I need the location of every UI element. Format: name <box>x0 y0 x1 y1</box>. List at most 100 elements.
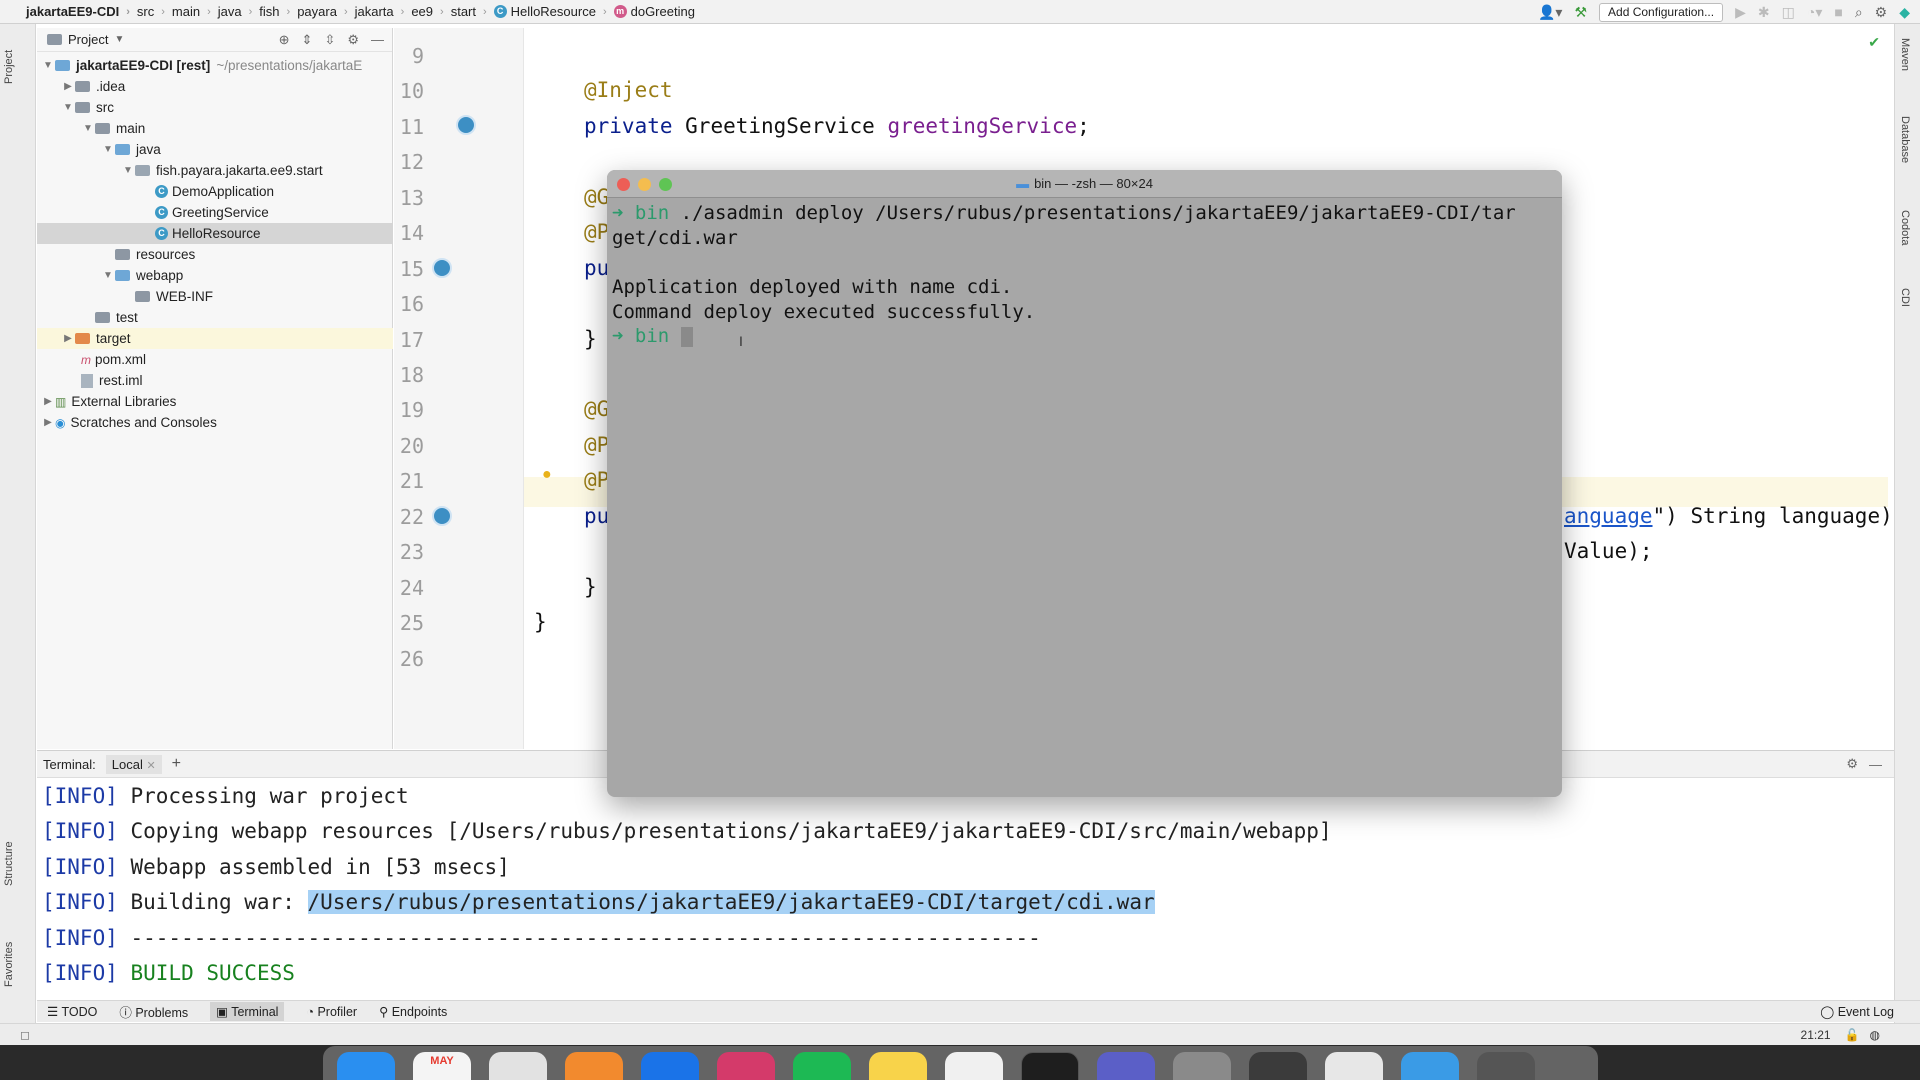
search-icon[interactable]: ⌕ <box>1855 4 1863 21</box>
tab-profiler[interactable]: ◔ Profiler <box>306 1005 357 1019</box>
trash-dock-icon[interactable] <box>1477 1052 1535 1080</box>
tree-item-greetingservice[interactable]: C GreetingService <box>37 202 393 223</box>
settings-gear-icon[interactable]: ⚙ <box>1875 4 1888 21</box>
tree-item-test[interactable]: test <box>37 307 393 328</box>
expand-all-icon[interactable]: ⇕ <box>302 32 313 48</box>
downloads-folder-dock-icon[interactable] <box>1401 1052 1459 1080</box>
codota-tool-tab[interactable]: Codota <box>1899 210 1911 245</box>
tab-todo[interactable]: ☰ TODO <box>47 1004 97 1019</box>
maven-tool-tab[interactable]: Maven <box>1899 38 1911 71</box>
tree-item-package[interactable]: ▼ fish.payara.jakarta.ee9.start <box>37 160 393 181</box>
jetbrains-toolbox-icon[interactable]: ◆ <box>1899 4 1910 21</box>
panel-toggle-icon[interactable]: ◻ <box>20 1028 30 1042</box>
breadcrumb-ee9[interactable]: ee9 › <box>411 4 450 19</box>
hide-icon[interactable]: — <box>1869 757 1882 772</box>
hide-icon[interactable]: — <box>371 32 384 48</box>
tab-terminal[interactable]: ▣ Terminal <box>210 1002 285 1021</box>
tree-item-target[interactable]: ▶ target <box>37 328 393 349</box>
collapsed-arrow-icon[interactable]: ▶ <box>41 417 55 428</box>
tree-item-module[interactable]: ▼ jakartaEE9-CDI [rest] ~/presentations/… <box>37 55 393 76</box>
tree-item-scratches[interactable]: ▶ ◉ Scratches and Consoles <box>37 412 393 433</box>
tab-problems[interactable]: ⓘ Problems <box>119 1002 188 1021</box>
collapsed-arrow-icon[interactable]: ▶ <box>61 81 75 92</box>
cdi-tool-tab[interactable]: CDI <box>1899 288 1911 307</box>
event-log-button[interactable]: ◯ Event Log <box>1820 1004 1894 1019</box>
expand-arrow-icon[interactable]: ▼ <box>101 144 115 155</box>
inspector-icon[interactable]: ◍ <box>1870 1028 1880 1042</box>
calendar-dock-icon[interactable]: MAY <box>413 1052 471 1080</box>
terminal-prompt-line[interactable]: ➜ bin <box>612 325 693 347</box>
tree-item-iml[interactable]: rest.iml <box>37 370 393 391</box>
breadcrumb-jakarta[interactable]: jakarta › <box>355 4 412 19</box>
terminal-title-bar[interactable]: ▬ bin — -zsh — 80×24 <box>607 170 1562 198</box>
endpoint-icon[interactable] <box>432 506 452 526</box>
expand-arrow-icon[interactable]: ▼ <box>81 123 95 134</box>
breadcrumb-class[interactable]: C HelloResource › <box>493 4 614 19</box>
profile-icon[interactable]: ◔▾ <box>1807 4 1822 21</box>
gear-icon[interactable]: ⚙ <box>347 32 359 48</box>
run-icon[interactable]: ▶ <box>1735 4 1746 21</box>
expand-arrow-icon[interactable]: ▼ <box>41 60 55 71</box>
database-tool-tab[interactable]: Database <box>1899 116 1911 163</box>
firefox-dock-icon[interactable] <box>565 1052 623 1080</box>
breadcrumb-start[interactable]: start › <box>451 4 494 19</box>
favorites-tool-tab[interactable]: Favorites <box>3 924 33 1004</box>
finder-dock-icon[interactable] <box>337 1052 395 1080</box>
lock-icon[interactable]: 🔓 <box>1845 1028 1860 1042</box>
notes-dock-icon[interactable] <box>869 1052 927 1080</box>
breadcrumb-main[interactable]: main › <box>172 4 218 19</box>
locate-icon[interactable]: ⊕ <box>279 32 290 48</box>
project-tool-tab[interactable]: Project <box>3 32 33 102</box>
breadcrumb-payara[interactable]: payara › <box>297 4 354 19</box>
tree-item-webapp[interactable]: ▼ webapp <box>37 265 393 286</box>
breadcrumb-src[interactable]: src › <box>137 4 172 19</box>
messenger-dock-icon[interactable] <box>641 1052 699 1080</box>
breadcrumb-java[interactable]: java › <box>218 4 260 19</box>
preview-dock-icon[interactable] <box>945 1052 1003 1080</box>
chrome-dock-icon[interactable] <box>489 1052 547 1080</box>
tree-item-demoapplication[interactable]: C DemoApplication <box>37 181 393 202</box>
tree-item-helloresource[interactable]: C HelloResource <box>37 223 393 244</box>
tree-item-external-libraries[interactable]: ▶ ▥ External Libraries <box>37 391 393 412</box>
tree-item-pom[interactable]: m pom.xml <box>37 349 393 370</box>
textedit-dock-icon[interactable] <box>1325 1052 1383 1080</box>
build-hammer-icon[interactable]: ⚒ <box>1574 4 1587 21</box>
intellij-dock-icon[interactable] <box>717 1052 775 1080</box>
system-preferences-dock-icon[interactable] <box>1173 1052 1231 1080</box>
teams-dock-icon[interactable] <box>1097 1052 1155 1080</box>
new-tab-button[interactable]: + <box>172 755 181 773</box>
tree-item-idea[interactable]: ▶ .idea <box>37 76 393 97</box>
user-icon[interactable]: 👤▾ <box>1538 4 1562 21</box>
inspection-ok-icon[interactable]: ✔ <box>1868 34 1880 51</box>
breadcrumb-method[interactable]: m doGreeting <box>613 4 695 19</box>
collapsed-arrow-icon[interactable]: ▶ <box>61 333 75 344</box>
stop-icon[interactable]: ■ <box>1834 4 1842 20</box>
selected-path[interactable]: /Users/rubus/presentations/jakartaEE9/ja… <box>307 890 1155 914</box>
close-window-button[interactable] <box>617 178 630 191</box>
tree-item-src[interactable]: ▼ src <box>37 97 393 118</box>
tree-item-web-inf[interactable]: WEB-INF <box>37 286 393 307</box>
tab-endpoints[interactable]: ⚲ Endpoints <box>379 1004 447 1019</box>
zoom-window-button[interactable] <box>659 178 672 191</box>
spotify-dock-icon[interactable] <box>793 1052 851 1080</box>
breadcrumb-project[interactable]: jakartaEE9-CDI › <box>26 4 137 19</box>
endpoint-icon[interactable] <box>432 258 452 278</box>
minimize-window-button[interactable] <box>638 178 651 191</box>
expand-arrow-icon[interactable]: ▼ <box>121 165 135 176</box>
debug-icon[interactable]: ✱ <box>1758 4 1770 21</box>
lightbulb-icon[interactable]: ● <box>542 466 552 484</box>
add-configuration-button[interactable]: Add Configuration... <box>1599 2 1724 22</box>
gear-icon[interactable]: ⚙ <box>1846 756 1858 772</box>
coverage-icon[interactable]: ◫ <box>1782 4 1795 21</box>
project-view-selector[interactable]: Project <box>68 32 108 47</box>
injection-point-icon[interactable] <box>456 115 476 135</box>
tree-item-resources[interactable]: resources <box>37 244 393 265</box>
tab-local[interactable]: Local ✕ <box>105 754 162 774</box>
collapse-all-icon[interactable]: ⇳ <box>324 32 335 48</box>
macos-terminal-window[interactable]: ▬ bin — -zsh — 80×24 ➜ bin ./asadmin dep… <box>607 170 1562 797</box>
structure-tool-tab[interactable]: Structure <box>3 824 33 904</box>
expand-arrow-icon[interactable]: ▼ <box>101 270 115 281</box>
tree-item-main[interactable]: ▼ main <box>37 118 393 139</box>
collapsed-arrow-icon[interactable]: ▶ <box>41 396 55 407</box>
close-tab-icon[interactable]: ✕ <box>146 760 155 772</box>
